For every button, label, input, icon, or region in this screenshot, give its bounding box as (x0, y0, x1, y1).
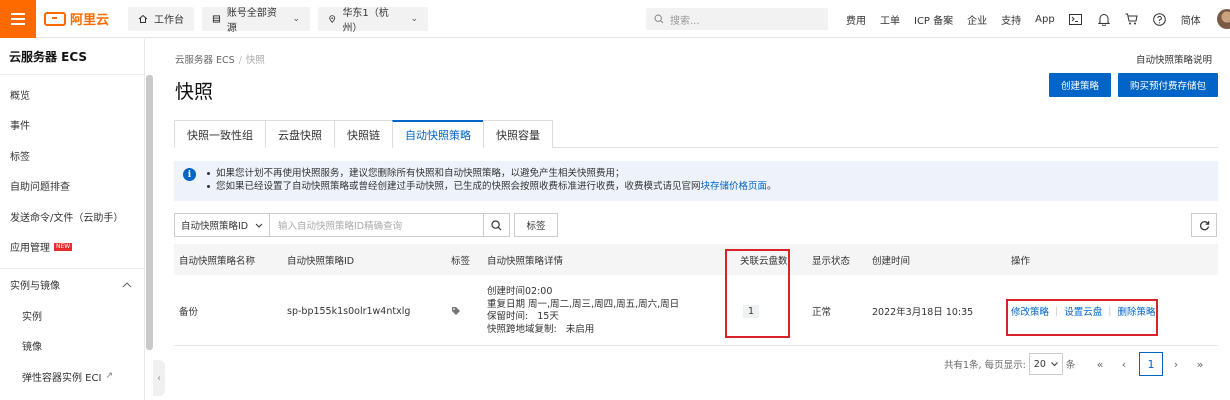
policy-id-search-input[interactable]: 输入自动快照策略ID精确查询 (270, 213, 484, 237)
sidebar-item-eci[interactable]: 弹性容器实例 ECI ↗ (0, 361, 144, 392)
buy-storage-package-button[interactable]: 购买预付费存储包 (1118, 73, 1218, 97)
tab-disk-snapshots[interactable]: 云盘快照 (265, 120, 335, 148)
page-title: 快照 (175, 81, 214, 103)
top-links: 费用 工单 ICP 备案 企业 支持 App 简体 (846, 0, 1230, 38)
next-page-button[interactable]: › (1165, 352, 1187, 376)
last-page-button[interactable]: » (1189, 352, 1211, 376)
search-button[interactable] (484, 213, 510, 237)
tag-filter-button[interactable]: 标签 (514, 213, 558, 237)
sidebar: 云服务器 ECS 概览 事件 标签 自助问题排查 发送命令/文件（云助手） 应用… (0, 39, 145, 400)
chevron-down-icon: ⌄ (292, 13, 300, 24)
cart-icon[interactable] (1125, 12, 1139, 26)
chevron-left-icon: ‹ (157, 372, 161, 384)
language-switch[interactable]: 简体 (1181, 12, 1201, 27)
policy-name: 备份 (179, 307, 199, 318)
policy-help-link[interactable]: 自动快照策略说明 (1136, 52, 1212, 66)
sidebar-item-tags[interactable]: 标签 (0, 140, 144, 171)
sidebar-item-overview[interactable]: 概览 (0, 79, 144, 110)
sidebar-group-instances-images[interactable]: 实例与镜像 (0, 268, 144, 300)
chevron-down-icon (1050, 362, 1058, 366)
refresh-button[interactable] (1191, 213, 1217, 237)
block-storage-pricing-link[interactable]: 块存储价格页面 (701, 181, 768, 192)
breadcrumb: 云服务器 ECS / 快照 (175, 55, 265, 66)
highlight-box-actions (1006, 299, 1158, 336)
col-created-time: 创建时间 (872, 255, 911, 267)
filter-bar: 自动快照策略ID 输入自动快照策略ID精确查询 (174, 213, 510, 237)
account-scope-dropdown[interactable]: 账号全部资源 ⌄ (202, 6, 310, 34)
tab-snapshot-capacity[interactable]: 快照容量 (483, 120, 553, 148)
prev-page-button[interactable]: ‹ (1113, 352, 1135, 376)
col-policy-name: 自动快照策略名称 (179, 255, 256, 267)
logo-mark-icon (44, 11, 66, 26)
created-time: 2022年3月18日 10:35 (872, 307, 974, 318)
snapshot-tabs: 快照一致性组 云盘快照 快照链 自动快照策略 快照容量 (174, 120, 1218, 148)
global-search-input[interactable]: 搜索... (646, 8, 828, 30)
sidebar-item-events[interactable]: 事件 (0, 110, 144, 141)
create-policy-button[interactable]: 创建策略 (1049, 73, 1111, 97)
workbench-button[interactable]: 工作台 (128, 6, 194, 31)
notice-line-2: 您如果已经设置了自动快照策略或曾经创建过手动快照，已生成的快照会按照收费标准进行… (207, 180, 1218, 193)
col-tags: 标签 (451, 255, 471, 267)
menu-icon[interactable] (0, 0, 36, 38)
home-icon (138, 14, 148, 23)
location-icon (329, 14, 336, 23)
first-page-button[interactable]: « (1089, 352, 1111, 376)
chevron-down-icon (255, 223, 263, 228)
link-enterprise[interactable]: 企业 (967, 12, 987, 27)
region-dropdown[interactable]: 华东1（杭州） ⌄ (318, 6, 428, 34)
link-tickets[interactable]: 工单 (880, 12, 900, 27)
sidebar-item-instances[interactable]: 实例 (0, 300, 144, 331)
info-icon: i (183, 168, 196, 181)
current-page-button[interactable]: 1 (1139, 352, 1163, 376)
tag-icon[interactable] (451, 276, 461, 346)
sidebar-item-images[interactable]: 镜像 (0, 331, 144, 362)
refresh-icon (1199, 220, 1209, 230)
link-icp[interactable]: ICP 备案 (914, 12, 953, 27)
tab-consistency-group[interactable]: 快照一致性组 (174, 120, 266, 148)
aliyun-logo[interactable]: 阿里云 (44, 0, 120, 38)
help-icon[interactable] (1153, 12, 1167, 26)
tab-snapshot-chain[interactable]: 快照链 (334, 120, 393, 148)
sidebar-title: 云服务器 ECS (0, 39, 144, 75)
status-text: 正常 (812, 307, 832, 318)
col-status: 显示状态 (812, 255, 851, 267)
sidebar-collapse-handle[interactable]: ‹ (153, 360, 165, 396)
highlight-box-disk-count (725, 249, 790, 338)
page-size-select[interactable]: 20 (1028, 353, 1063, 375)
chevron-down-icon: ⌄ (410, 13, 418, 24)
link-support[interactable]: 支持 (1001, 12, 1021, 27)
breadcrumb-ecs[interactable]: 云服务器 ECS (175, 55, 235, 66)
filter-field-select[interactable]: 自动快照策略ID (174, 213, 270, 237)
terminal-icon[interactable] (1069, 12, 1083, 26)
policy-id: sp-bp155k1s0olr1w4ntxlg (287, 305, 411, 317)
sidebar-item-app-management[interactable]: 应用管理 NEW (0, 232, 144, 263)
link-app[interactable]: App (1035, 14, 1055, 25)
sidebar-scrollbar[interactable] (146, 75, 153, 350)
resource-icon (212, 14, 221, 23)
external-link-icon: ↗ (105, 371, 113, 382)
link-billing[interactable]: 费用 (846, 12, 866, 27)
info-notice: i 如果您计划不再使用快照服务，建议您删除所有快照和自动快照策略，以避免产生相关… (174, 161, 1218, 201)
new-badge: NEW (54, 242, 73, 251)
sidebar-item-troubleshoot[interactable]: 自助问题排查 (0, 171, 144, 202)
notice-line-1: 如果您计划不再使用快照服务，建议您删除所有快照和自动快照策略，以避免产生相关快照… (207, 167, 1218, 180)
table-header: 自动快照策略名称 自动快照策略ID 标签 自动快照策略详情 关联云盘数 显示状态… (174, 244, 1218, 275)
bell-icon[interactable] (1097, 12, 1111, 26)
pagination-summary: 共有1条, 每页显示: 20 条 (944, 352, 1075, 376)
col-actions: 操作 (1011, 255, 1031, 267)
top-navigation-bar: 阿里云 工作台 账号全部资源 ⌄ 华东1（杭州） ⌄ 搜索... 费用 工单 I… (0, 0, 1230, 38)
policy-details: 创建时间02:00 重复日期 周一,周二,周三,周四,周五,周六,周日 保留时间… (487, 286, 680, 335)
pagination-controls: « ‹ 1 › » (1089, 352, 1211, 376)
tab-auto-snapshot-policy[interactable]: 自动快照策略 (392, 120, 484, 148)
chevron-up-icon (122, 281, 132, 287)
search-icon (654, 14, 664, 24)
col-policy-id: 自动快照策略ID (287, 255, 355, 267)
sidebar-item-cloud-assistant[interactable]: 发送命令/文件（云助手） (0, 201, 144, 232)
avatar[interactable] (1216, 9, 1230, 29)
col-policy-details: 自动快照策略详情 (487, 255, 564, 267)
breadcrumb-current: 快照 (245, 55, 265, 66)
search-icon (491, 219, 502, 230)
